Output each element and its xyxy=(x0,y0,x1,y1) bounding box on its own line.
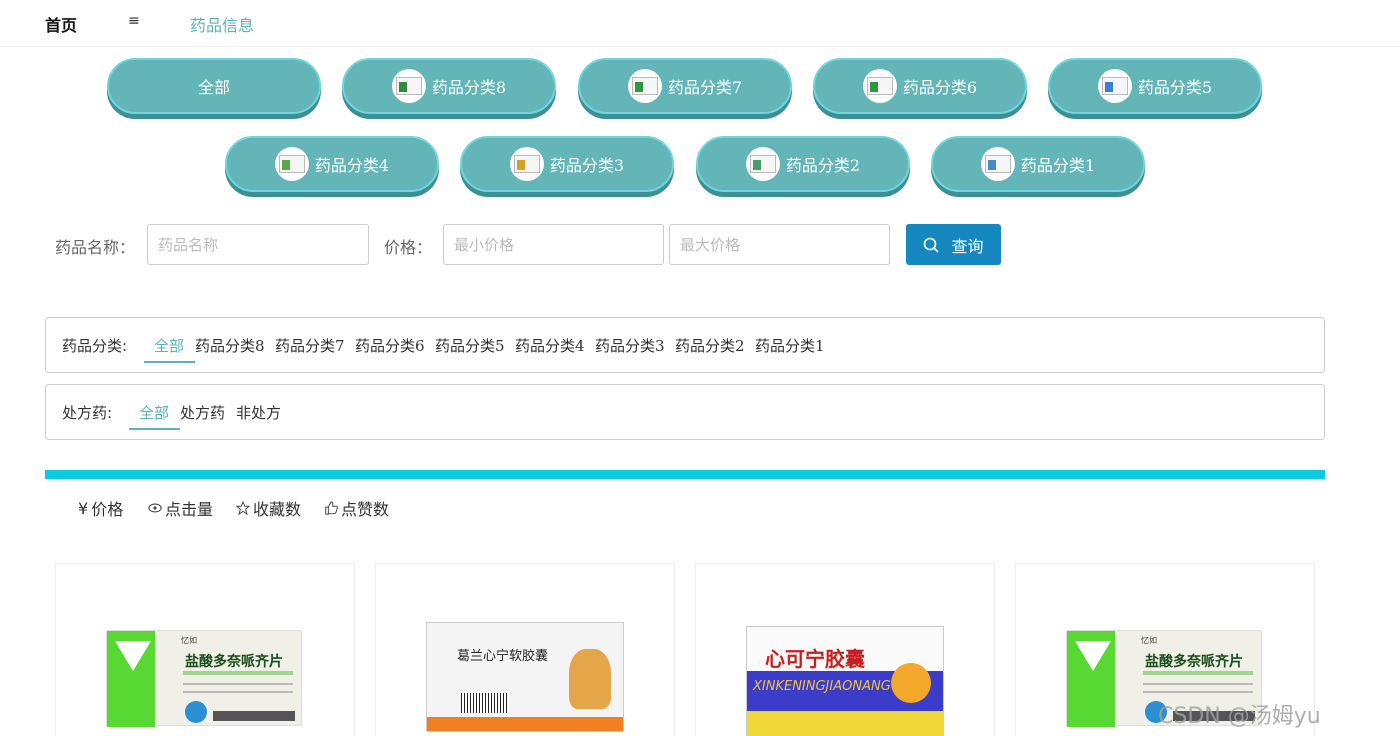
category-thumbnail xyxy=(391,69,426,103)
category-thumbnail xyxy=(862,69,897,103)
category-button[interactable]: 药品分类2 xyxy=(696,136,910,192)
drug-name-label: 药品名称： xyxy=(55,238,136,257)
filter-option[interactable]: 处方药 xyxy=(180,402,225,423)
menu-icon[interactable]: ≡ xyxy=(128,13,140,29)
search-button[interactable]: 查询 xyxy=(906,224,1001,265)
filter-option[interactable]: 药品分类8 xyxy=(195,335,265,356)
category-button[interactable]: 药品分类1 xyxy=(931,136,1145,192)
product-name: 盐酸多奈哌齐片 xyxy=(1145,654,1243,670)
search-icon xyxy=(924,237,940,253)
max-price-input[interactable] xyxy=(669,224,890,265)
rx-filter: 处方药: 全部 处方药 非处方 xyxy=(45,384,1325,440)
category-thumbnail xyxy=(274,147,309,181)
category-button-label: 药品分类1 xyxy=(1020,156,1096,175)
star-icon xyxy=(236,501,250,515)
product-name: 葛兰心宁软胶囊 xyxy=(457,649,549,664)
product-brand: 忆如 xyxy=(1141,636,1157,645)
category-button[interactable]: 药品分类4 xyxy=(225,136,439,192)
drug-name-input[interactable] xyxy=(147,224,369,265)
product-name: 心可宁胶囊 xyxy=(765,647,865,671)
product-brand: 忆如 xyxy=(181,636,197,645)
category-button-label: 药品分类7 xyxy=(667,78,743,97)
sort-favorites[interactable]: 收藏数 xyxy=(236,496,301,520)
category-button-label: 药品分类6 xyxy=(902,78,978,97)
sort-price-label: 价格 xyxy=(91,500,124,519)
filter-option[interactable]: 药品分类4 xyxy=(515,335,585,356)
category-thumbnail xyxy=(980,147,1015,181)
sort-clicks-label: 点击量 xyxy=(165,500,214,519)
filter-option[interactable]: 药品分类3 xyxy=(595,335,665,356)
product-image: 忆如 盐酸多奈哌齐片 xyxy=(106,630,302,727)
filter-option[interactable]: 药品分类7 xyxy=(275,335,345,356)
category-filter-label: 药品分类: xyxy=(62,337,128,355)
min-price-input[interactable] xyxy=(443,224,664,265)
product-image: 葛兰心宁软胶囊 xyxy=(426,622,624,732)
category-button[interactable]: 药品分类3 xyxy=(460,136,674,192)
search-button-label: 查询 xyxy=(951,236,984,256)
active-underline xyxy=(144,361,195,363)
sort-clicks[interactable]: 点击量 xyxy=(148,496,213,520)
top-nav: 首页 ≡ 药品信息 xyxy=(0,0,1400,47)
eye-icon xyxy=(148,503,162,513)
filter-option[interactable]: 药品分类5 xyxy=(435,335,505,356)
filter-option[interactable]: 全部 xyxy=(139,402,169,423)
category-button-label: 全部 xyxy=(197,78,230,97)
nav-home-link[interactable]: 首页 xyxy=(45,12,77,36)
filter-option[interactable]: 药品分类2 xyxy=(675,335,745,356)
category-thumbnail xyxy=(745,147,780,181)
product-card[interactable]: 心可宁胶囊 XINKENINGJIAONANG xyxy=(695,563,995,736)
category-button[interactable]: 药品分类7 xyxy=(578,58,792,114)
product-card[interactable]: 葛兰心宁软胶囊 xyxy=(375,563,675,736)
thumbs-up-icon xyxy=(325,501,338,515)
price-label: 价格： xyxy=(384,238,433,257)
category-thumbnail xyxy=(509,147,544,181)
product-name: 盐酸多奈哌齐片 xyxy=(185,654,283,670)
rx-filter-label: 处方药: xyxy=(62,404,113,422)
category-button-label: 药品分类2 xyxy=(785,156,861,175)
category-button-label: 药品分类4 xyxy=(314,156,390,175)
sort-likes-label: 点赞数 xyxy=(341,500,390,519)
product-card[interactable]: 忆如 盐酸多奈哌齐片 xyxy=(55,563,355,736)
category-thumbnail xyxy=(627,69,662,103)
category-filter: 药品分类: 全部 药品分类8 药品分类7 药品分类6 药品分类5 药品分类4 药品分类3 药品… xyxy=(45,317,1325,373)
sort-favorites-label: 收藏数 xyxy=(253,500,302,519)
watermark: CSDN @汤姆yu xyxy=(1158,704,1321,729)
category-button-label: 药品分类5 xyxy=(1137,78,1213,97)
section-divider xyxy=(45,470,1325,479)
filter-option[interactable]: 全部 xyxy=(154,335,184,356)
sort-likes[interactable]: 点赞数 xyxy=(324,496,389,520)
category-button[interactable]: 全部 xyxy=(107,58,321,114)
product-image: 心可宁胶囊 XINKENINGJIAONANG xyxy=(746,626,944,736)
category-button[interactable]: 药品分类6 xyxy=(813,58,1027,114)
category-button[interactable]: 药品分类8 xyxy=(342,58,556,114)
category-thumbnail xyxy=(1097,69,1132,103)
category-button-label: 药品分类8 xyxy=(431,78,507,97)
active-underline xyxy=(129,428,180,430)
filter-option[interactable]: 药品分类1 xyxy=(755,335,825,356)
filter-option[interactable]: 药品分类6 xyxy=(355,335,425,356)
category-button-label: 药品分类3 xyxy=(549,156,625,175)
sort-price[interactable]: ¥ 价格 xyxy=(78,496,123,520)
yen-icon: ¥ xyxy=(78,498,89,518)
product-pinyin: XINKENINGJIAONANG xyxy=(753,679,891,694)
filter-option[interactable]: 非处方 xyxy=(236,402,281,423)
category-button[interactable]: 药品分类5 xyxy=(1048,58,1262,114)
nav-drug-info-link[interactable]: 药品信息 xyxy=(190,12,254,36)
